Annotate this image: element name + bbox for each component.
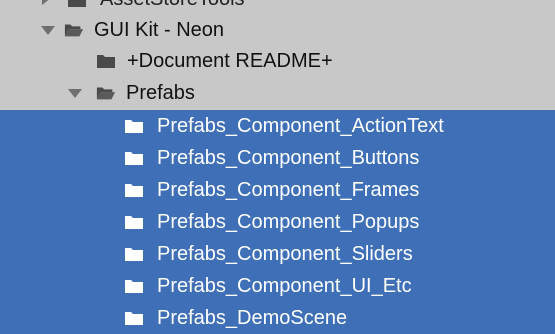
tree-label-prefabs-component-popups: Prefabs_Component_Popups bbox=[157, 211, 420, 233]
tree-row-prefabs[interactable]: Prefabs bbox=[0, 77, 555, 109]
tree-label-prefabs-component-ui-etc: Prefabs_Component_UI_Etc bbox=[157, 275, 412, 297]
chevron-down-icon[interactable] bbox=[68, 89, 82, 98]
open-folder-icon bbox=[64, 24, 84, 37]
tree-row-gui-kit[interactable]: GUI Kit - Neon bbox=[0, 14, 555, 46]
tree-label-prefabs: Prefabs bbox=[126, 82, 195, 104]
tree-label-prefabs-component-sliders: Prefabs_Component_Sliders bbox=[157, 243, 413, 265]
folder-icon bbox=[125, 184, 143, 197]
tree-label-prefabs-demoscene: Prefabs_DemoScene bbox=[157, 307, 348, 329]
tree-row-prefabs-component-frames[interactable]: Prefabs_Component_Frames bbox=[0, 174, 555, 206]
tree-label-document: +Document README+ bbox=[127, 50, 333, 72]
open-folder-icon bbox=[96, 87, 116, 100]
tree-row-prefabs-component-ui-etc[interactable]: Prefabs_Component_UI_Etc bbox=[0, 270, 555, 302]
chevron-down-icon[interactable] bbox=[41, 26, 55, 35]
tree-label-prefabs-component-frames: Prefabs_Component_Frames bbox=[157, 179, 420, 201]
folder-icon bbox=[68, 0, 86, 7]
tree-row-prefabs-demoscene[interactable]: Prefabs_DemoScene bbox=[0, 302, 555, 334]
tree-row-document[interactable]: +Document README+ bbox=[0, 45, 555, 77]
tree-label-assetstore: AssetStoreTools bbox=[100, 0, 245, 10]
folder-icon bbox=[125, 120, 143, 133]
tree-row-assetstore[interactable]: AssetStoreTools bbox=[0, 0, 555, 10]
tree-row-prefabs-component-buttons[interactable]: Prefabs_Component_Buttons bbox=[0, 142, 555, 174]
tree-row-prefabs-component-sliders[interactable]: Prefabs_Component_Sliders bbox=[0, 238, 555, 270]
folder-icon bbox=[125, 280, 143, 293]
folder-icon bbox=[97, 55, 115, 68]
project-tree: AssetStoreTools GUI Kit - Neon +Document… bbox=[0, 0, 555, 334]
tree-label-prefabs-component-buttons: Prefabs_Component_Buttons bbox=[157, 147, 420, 169]
tree-row-prefabs-component-popups[interactable]: Prefabs_Component_Popups bbox=[0, 206, 555, 238]
tree-label-prefabs-component-actiontext: Prefabs_Component_ActionText bbox=[157, 115, 444, 137]
folder-icon bbox=[125, 312, 143, 325]
folder-icon bbox=[125, 248, 143, 261]
folder-icon bbox=[125, 152, 143, 165]
tree-row-prefabs-component-actiontext[interactable]: Prefabs_Component_ActionText bbox=[0, 110, 555, 142]
tree-label-gui-kit: GUI Kit - Neon bbox=[94, 19, 225, 41]
folder-icon bbox=[125, 216, 143, 229]
chevron-right-icon[interactable] bbox=[42, 0, 51, 5]
